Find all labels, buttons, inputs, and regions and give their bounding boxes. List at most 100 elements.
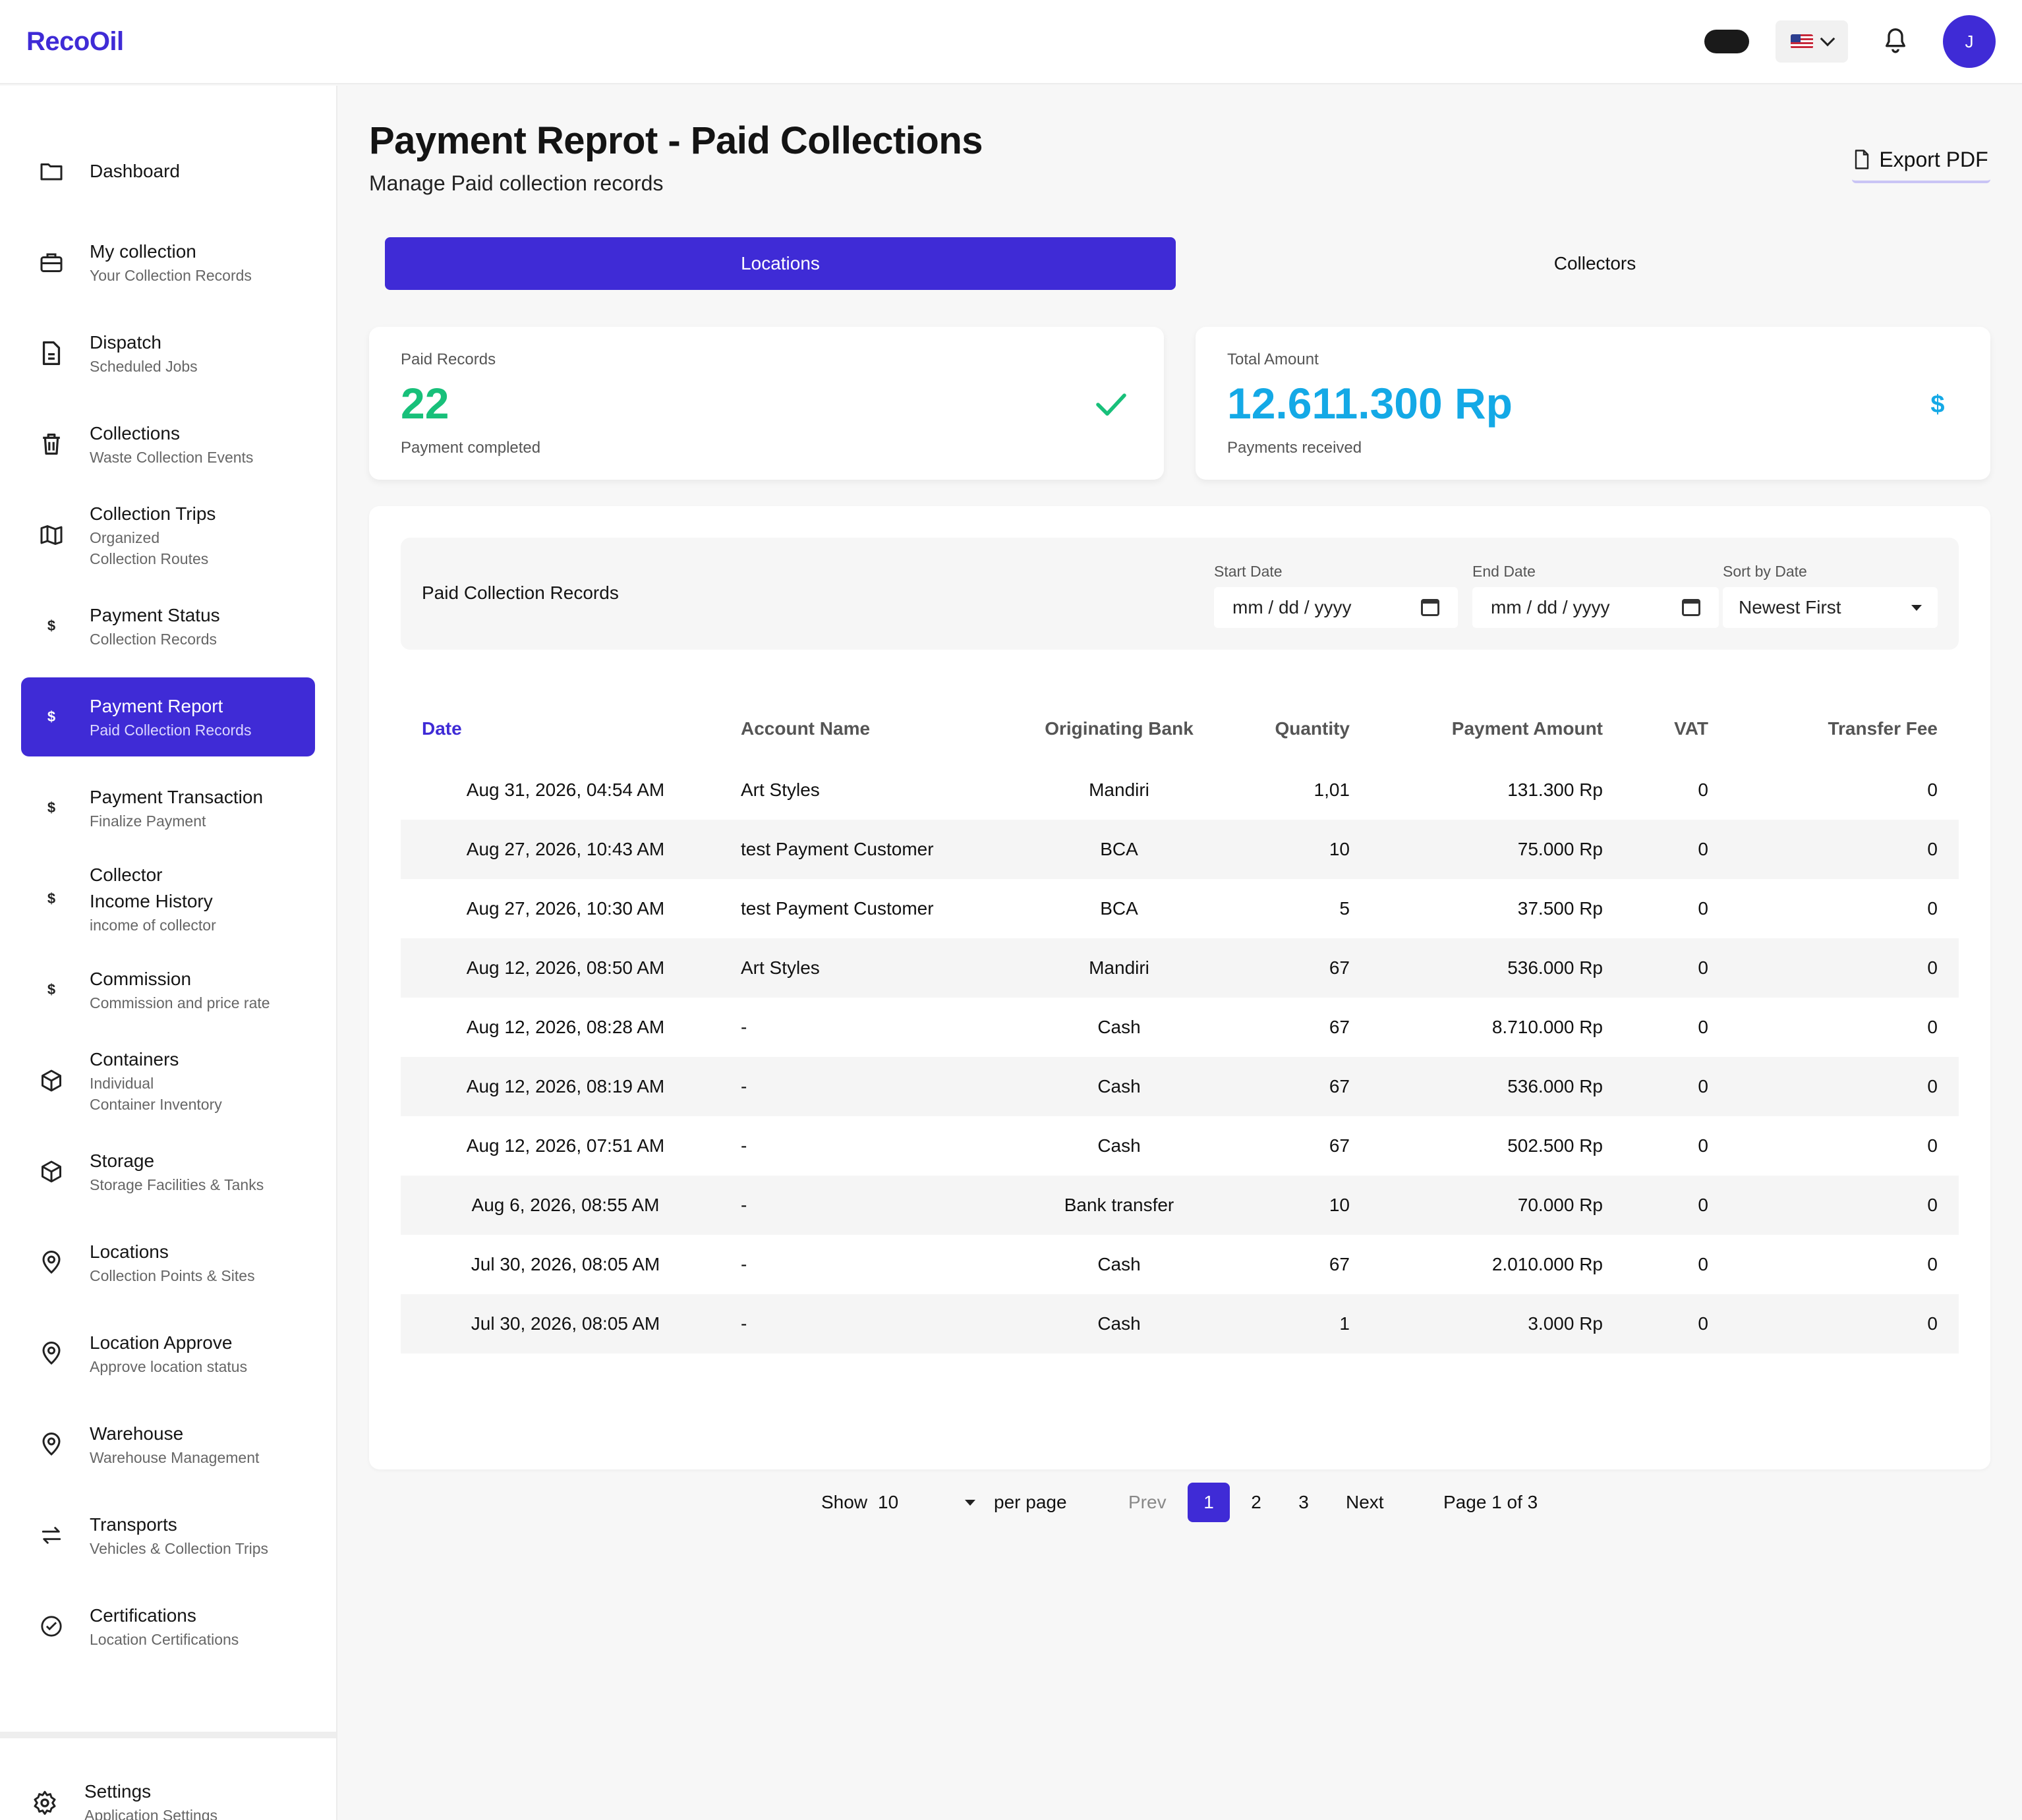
cell-vat: 0 (1624, 820, 1729, 879)
sidebar-nav: Dashboard My collection Your Collection Re… (0, 86, 336, 1666)
sidebar-item-subtitle: income of collector (90, 917, 216, 934)
sidebar-item-title: Commission (90, 969, 192, 989)
sidebar-item-containers[interactable]: Containers Individual Container Inventory (21, 1041, 315, 1120)
cell-bank: Mandiri (1020, 938, 1218, 998)
dollar-icon: $ (47, 981, 56, 998)
sidebar-item-settings[interactable]: Settings Application Settings (0, 1773, 336, 1820)
table-row[interactable]: Aug 31, 2026, 04:54 AM Art Styles Mandiri 1… (401, 760, 1959, 820)
sidebar-item-title: Containers (90, 1049, 179, 1069)
sidebar-item-payment-status[interactable]: $ Payment Status Collection Records (21, 586, 315, 666)
sidebar-item-text: Warehouse Warehouse Management (90, 1421, 259, 1468)
table-row[interactable]: Aug 12, 2026, 08:28 AM - Cash 67 8.710.000 R… (401, 998, 1959, 1057)
table-row[interactable]: Jul 30, 2026, 08:05 AM - Cash 1 3.000 Rp 0 0 (401, 1294, 1959, 1353)
sidebar-item-collections[interactable]: Collections Waste Collection Events (21, 405, 315, 484)
table-row[interactable]: Aug 12, 2026, 08:50 AM Art Styles Mandiri 6… (401, 938, 1959, 998)
start-date-input[interactable]: mm / dd / yyyy (1214, 587, 1458, 628)
sidebar-item-location-approve[interactable]: Location Approve Approve location status (21, 1314, 315, 1393)
page-2-button[interactable]: 2 (1235, 1483, 1277, 1522)
prev-page-button[interactable]: Prev (1128, 1483, 1167, 1522)
sidebar-item-dispatch[interactable]: Dispatch Scheduled Jobs (21, 314, 315, 393)
cell-account: - (741, 1254, 747, 1274)
dollar-icon: $ (47, 617, 56, 634)
column-header-bank[interactable]: Originating Bank (1020, 697, 1218, 760)
per-page-select[interactable]: 10 (878, 1483, 975, 1522)
sort-field: Sort by Date Newest First (1723, 563, 1938, 628)
cell-account: - (720, 1294, 1020, 1353)
column-header-vat[interactable]: VAT (1624, 697, 1729, 760)
cell-quantity: 67 (1218, 1057, 1371, 1116)
column-header-amount[interactable]: Payment Amount (1371, 697, 1624, 760)
end-date-input[interactable]: mm / dd / yyyy (1472, 587, 1719, 628)
language-selector[interactable] (1776, 20, 1848, 63)
sidebar-item-title: Payment Report (90, 696, 223, 716)
location-pin-icon (38, 1340, 65, 1367)
settings-subtitle: Application Settings (84, 1807, 218, 1820)
cell-bank: BCA (1100, 898, 1138, 919)
page-3-button[interactable]: 3 (1283, 1483, 1325, 1522)
calendar-icon[interactable] (1421, 599, 1439, 616)
column-header-account[interactable]: Account Name (720, 697, 1020, 760)
total-amount-label: Total Amount (1227, 351, 1319, 368)
start-date-field: Start Date mm / dd / yyyy (1214, 563, 1458, 628)
sidebar-item-payment-report[interactable]: $ Payment Report Paid Collection Records (21, 677, 315, 756)
page-1-button[interactable]: 1 (1188, 1483, 1230, 1522)
page-status: Page 1 of 3 (1443, 1492, 1538, 1512)
sidebar-item-collection-trips[interactable]: Collection Trips Organized Collection Rou… (21, 496, 315, 575)
column-header-quantity[interactable]: Quantity (1218, 697, 1371, 760)
notification-bell-icon[interactable] (1874, 20, 1917, 63)
table-row[interactable]: Aug 12, 2026, 08:19 AM - Cash 67 536.000 Rp 0… (401, 1057, 1959, 1116)
next-page-button[interactable]: Next (1346, 1483, 1384, 1522)
sort-select[interactable]: Newest First (1723, 587, 1938, 628)
cell-bank: Mandiri (1089, 780, 1149, 800)
cell-quantity: 5 (1339, 898, 1350, 919)
table-row[interactable]: Aug 27, 2026, 10:43 AM test Payment Custo… (401, 820, 1959, 879)
sidebar-item-locations[interactable]: Locations Collection Points & Sites (21, 1223, 315, 1302)
theme-toggle[interactable] (1704, 30, 1749, 53)
sidebar-item-text: Payment Transaction Finalize Payment (90, 784, 263, 832)
table-row[interactable]: Jul 30, 2026, 08:05 AM - Cash 67 2.010.000 R… (401, 1235, 1959, 1294)
sidebar-item-collector-income-history[interactable]: $ Collector Income History income of colle… (21, 859, 315, 938)
sidebar-item-my-collection[interactable]: My collection Your Collection Records (21, 223, 315, 302)
cell-quantity: 1 (1218, 1294, 1371, 1353)
sidebar-item-subtitle: Warehouse Management (90, 1449, 260, 1466)
cell-date: Aug 12, 2026, 08:28 AM (466, 1017, 665, 1037)
table-row[interactable]: Aug 6, 2026, 08:55 AM - Bank transfer 10 70.… (401, 1176, 1959, 1235)
column-header-date[interactable]: Date (401, 697, 720, 760)
calendar-icon[interactable] (1682, 599, 1700, 616)
sidebar-item-payment-transaction[interactable]: $ Payment Transaction Finalize Payment (21, 768, 315, 847)
column-header-transfer-fee[interactable]: Transfer Fee (1729, 697, 1959, 760)
cell-date: Aug 12, 2026, 07:51 AM (466, 1135, 665, 1156)
cell-vat: 0 (1624, 1176, 1729, 1235)
page-subtitle: Manage Paid collection records (369, 171, 664, 195)
sidebar-item-certifications[interactable]: Certifications Location Certifications (21, 1587, 315, 1666)
tab-collectors[interactable]: Collectors (1199, 237, 1990, 290)
caret-down-icon (1911, 604, 1922, 611)
cell-amount: 8.710.000 Rp (1491, 1017, 1603, 1037)
paid-records-value: 22 (401, 379, 449, 428)
sidebar-item-storage[interactable]: Storage Storage Facilities & Tanks (21, 1132, 315, 1211)
cell-account: Art Styles (720, 938, 1020, 998)
table-row[interactable]: Aug 27, 2026, 10:30 AM test Payment Custo… (401, 879, 1959, 938)
cell-bank: Cash (1097, 1017, 1141, 1037)
export-pdf-button[interactable]: Export PDF (1852, 138, 1990, 183)
folder-icon (38, 158, 65, 185)
sidebar-item-transports[interactable]: Transports Vehicles & Collection Trips (21, 1496, 315, 1575)
sidebar-item-title: Collector Income History (90, 865, 213, 911)
table-body: Aug 31, 2026, 04:54 AM Art Styles Mandiri 1… (401, 760, 1959, 1353)
sidebar-item-title: Storage (90, 1151, 155, 1171)
chevron-down-icon (1820, 31, 1835, 47)
table-row[interactable]: Aug 12, 2026, 07:51 AM - Cash 67 502.500 Rp 0… (401, 1116, 1959, 1176)
tab-locations[interactable]: Locations (385, 237, 1176, 290)
user-avatar[interactable]: J (1943, 15, 1996, 68)
box-icon (38, 1067, 65, 1094)
sidebar-item-text: Dashboard (90, 158, 180, 185)
dollar-icon: $ (47, 799, 56, 816)
sidebar-item-subtitle: Waste Collection Events (90, 449, 254, 466)
sidebar-item-dashboard[interactable]: Dashboard (21, 132, 315, 211)
brand-logo[interactable]: RecoOil (26, 27, 124, 57)
cell-transfer-fee: 0 (1927, 898, 1938, 919)
page-title: Payment Reprot - Paid Collections (369, 119, 983, 162)
sidebar-item-warehouse[interactable]: Warehouse Warehouse Management (21, 1405, 315, 1484)
sidebar-item-commission[interactable]: $ Commission Commission and price rate (21, 950, 315, 1029)
sidebar-item-subtitle: Collection Points & Sites (90, 1267, 255, 1284)
